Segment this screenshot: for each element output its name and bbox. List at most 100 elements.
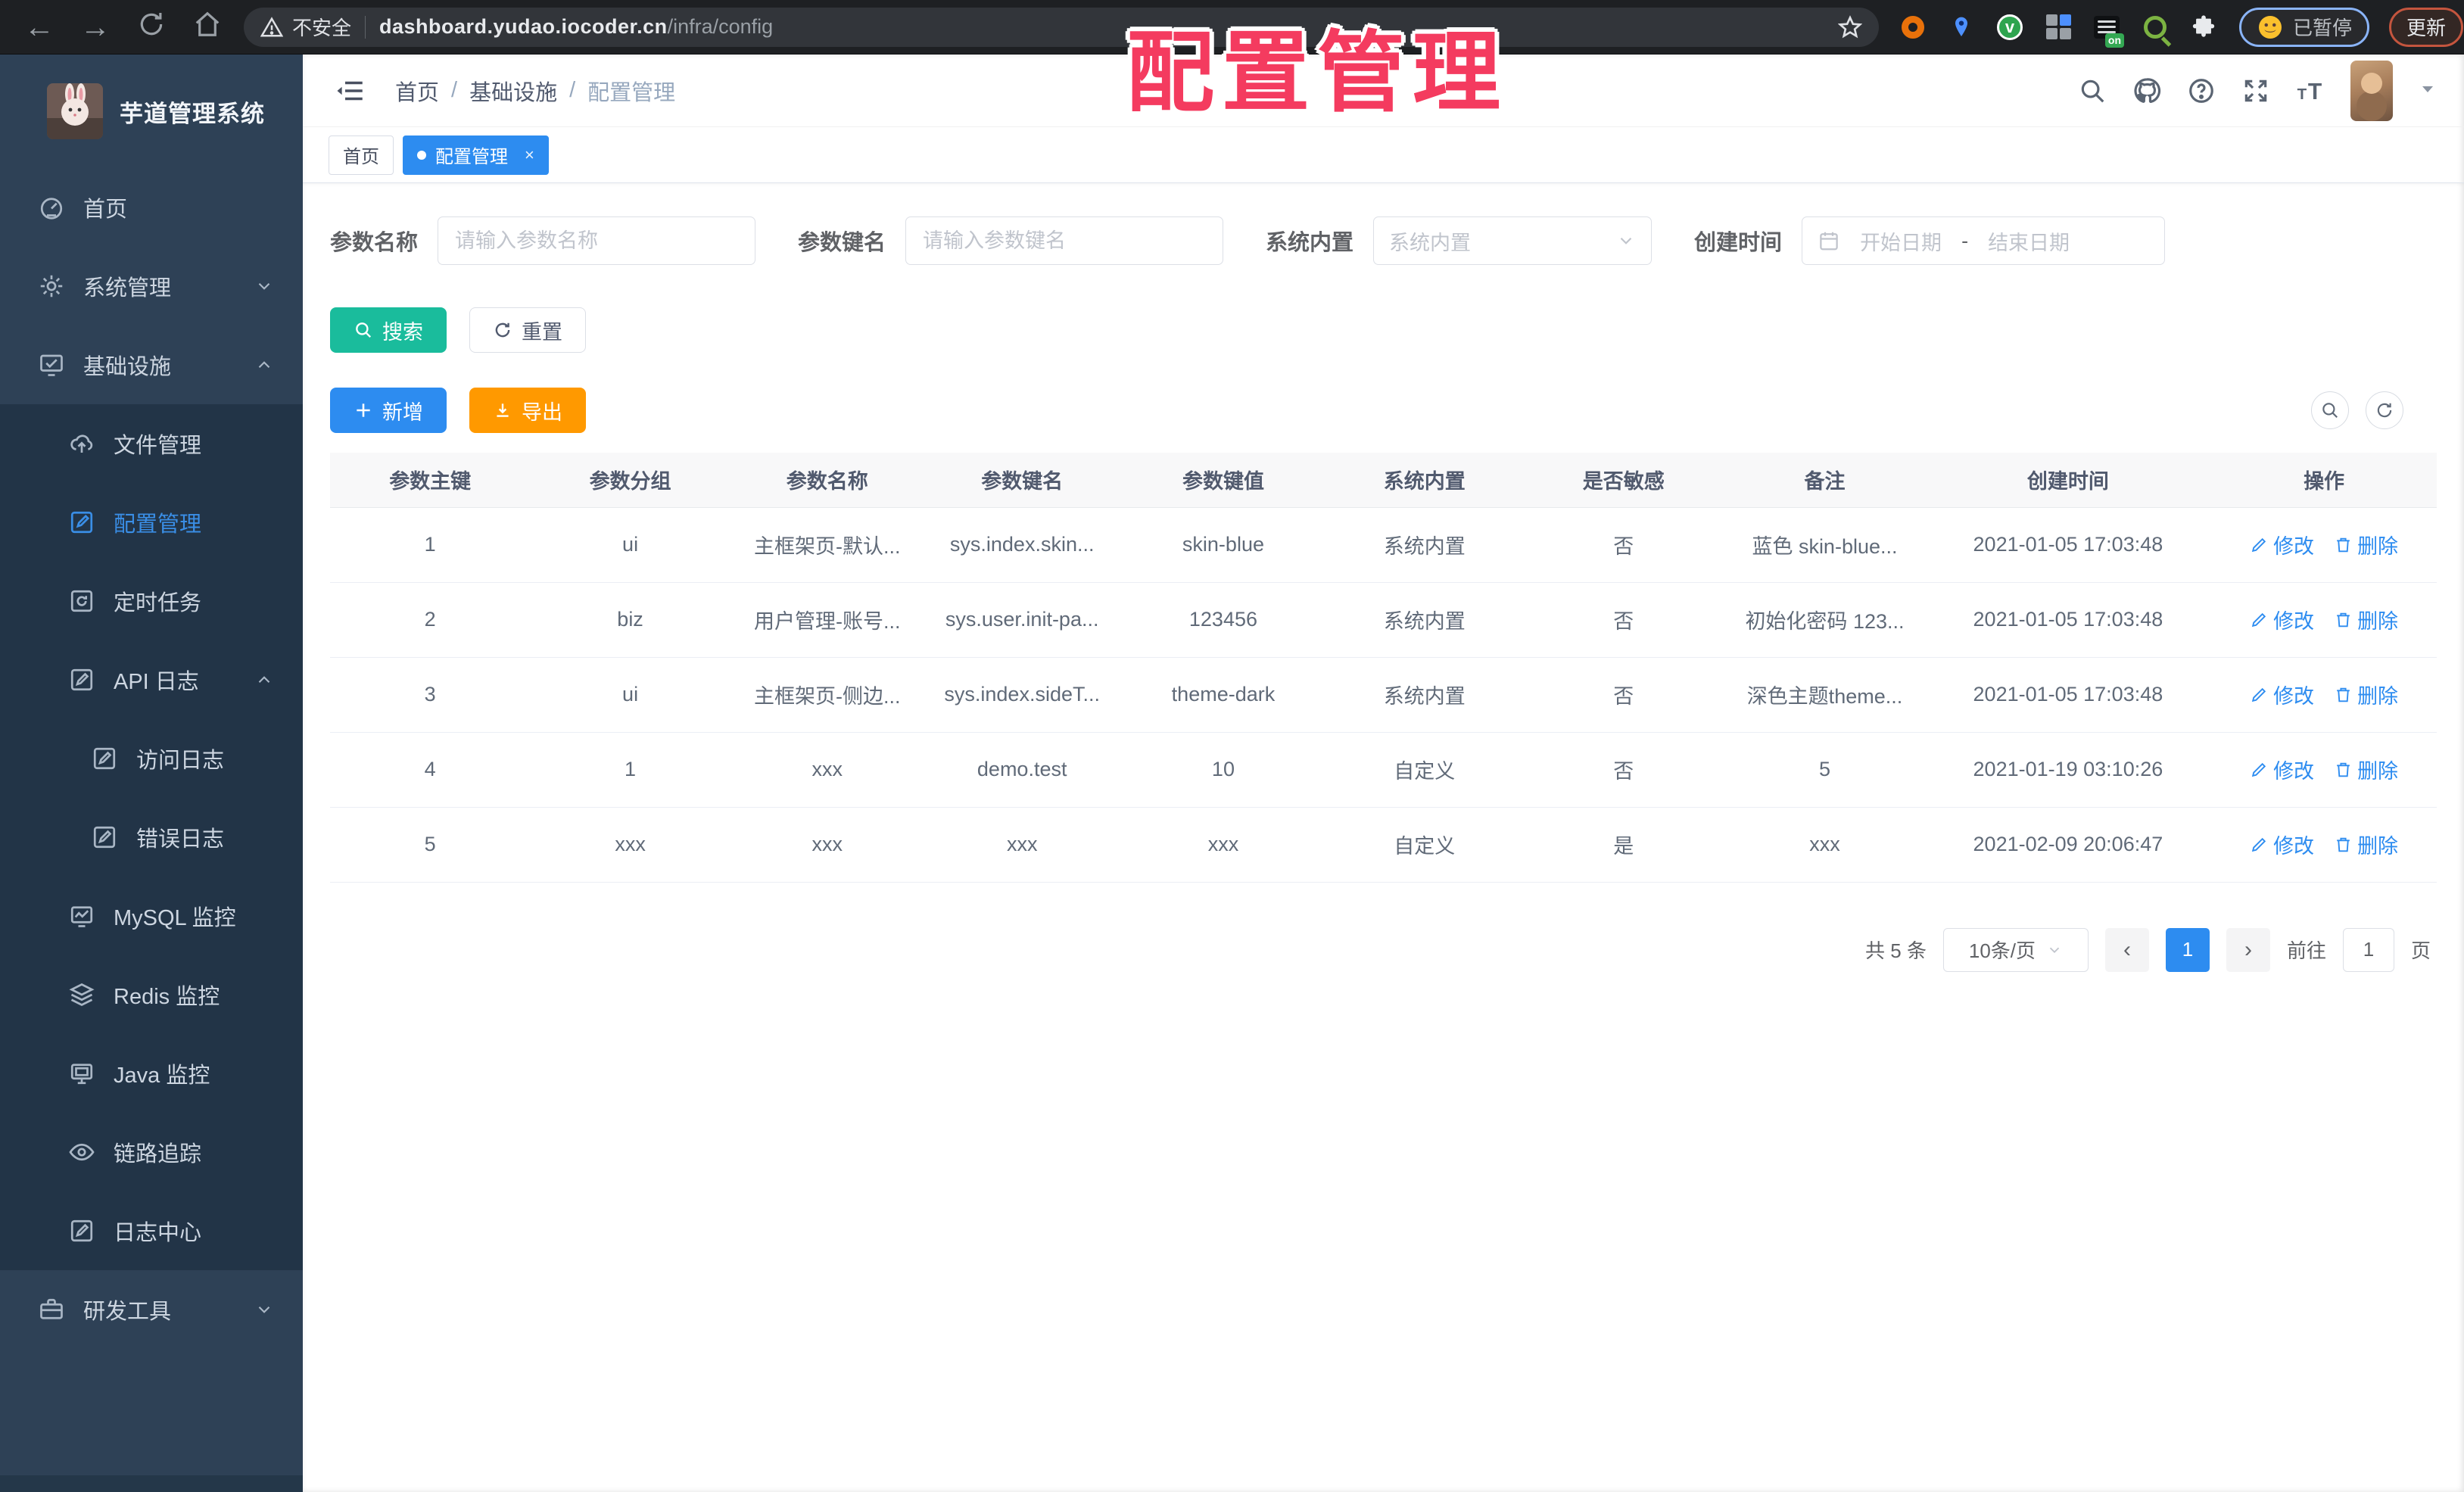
pencil-icon (2251, 687, 2266, 702)
sidebar: 芋道管理系统 首页 系统管理 基础设施 文件管理 配置管理 定时任务 API 日… (0, 55, 303, 1492)
export-button[interactable]: 导出 (469, 388, 586, 433)
delete-link[interactable]: 删除 (2334, 830, 2398, 859)
pagination: 共 5 条 10条/页 ‹ 1 › 前往 页 (330, 927, 2437, 972)
sidebar-logo[interactable]: 芋道管理系统 (0, 55, 303, 168)
filter-date-label: 创建时间 (1694, 231, 1783, 255)
extension-on-badge: on (2104, 33, 2124, 48)
layers-icon (68, 981, 95, 1008)
svg-text:T: T (2297, 86, 2307, 103)
pencil-icon (2251, 612, 2266, 628)
address-divider (365, 15, 366, 39)
breadcrumb-infra[interactable]: 基础设施 (469, 75, 557, 107)
delete-link[interactable]: 删除 (2334, 680, 2398, 709)
search-icon (2322, 403, 2338, 418)
trash-icon (2337, 612, 2350, 628)
next-page-button[interactable]: › (2226, 927, 2270, 972)
sidebar-item-file[interactable]: 文件管理 (0, 404, 303, 483)
url-path: /infra/config (667, 15, 774, 38)
edit-link[interactable]: 修改 (2250, 530, 2314, 559)
browser-update-button[interactable]: 更新 (2389, 7, 2464, 47)
back-icon[interactable]: ← (23, 12, 56, 42)
sidebar-item-error-log[interactable]: 错误日志 (0, 798, 303, 877)
sidebar-collapse-bar[interactable] (0, 1475, 303, 1492)
edit-link[interactable]: 修改 (2250, 830, 2314, 859)
extensions-puzzle-icon[interactable] (2189, 13, 2218, 42)
github-icon[interactable] (2132, 76, 2161, 105)
forward-icon[interactable]: → (79, 12, 112, 42)
sidebar-item-system[interactable]: 系统管理 (0, 247, 303, 325)
calendar-icon (1818, 229, 1840, 252)
toggle-search-button[interactable] (2311, 391, 2349, 429)
extension-grid-icon[interactable] (2044, 13, 2073, 42)
goto-page-input[interactable] (2342, 927, 2394, 972)
filter-key-input[interactable] (905, 216, 1224, 265)
bookmark-star-icon[interactable] (1838, 14, 1862, 39)
address-bar[interactable]: 不安全 dashboard.yudao.iocoder.cn /infra/co… (244, 7, 1879, 47)
search-icon (356, 322, 372, 338)
search-button[interactable]: 搜索 (330, 307, 447, 353)
dashboard-icon (38, 194, 65, 221)
filter-form: 参数名称 参数键名 系统内置 系统内置 创建时间 开始日期 - 结束日期 (330, 216, 2437, 265)
user-avatar[interactable] (2350, 60, 2393, 121)
search-icon[interactable] (2078, 76, 2107, 105)
tab-config[interactable]: 配置管理 × (403, 135, 549, 175)
update-button-label: 更新 (2406, 17, 2447, 39)
extension-list-icon[interactable]: on (2092, 13, 2124, 48)
sidebar-item-api-log[interactable]: API 日志 (0, 640, 303, 719)
avatar-caret-icon[interactable] (2419, 79, 2437, 101)
filter-type-select[interactable]: 系统内置 (1373, 216, 1653, 265)
delete-link[interactable]: 删除 (2334, 755, 2398, 784)
sidebar-item-log-center[interactable]: 日志中心 (0, 1191, 303, 1270)
app-title: 芋道管理系统 (120, 100, 265, 127)
reset-button[interactable]: 重置 (469, 307, 586, 353)
sidebar-item-java[interactable]: Java 监控 (0, 1034, 303, 1113)
prev-page-button[interactable]: ‹ (2104, 927, 2149, 972)
chevron-up-icon (254, 670, 274, 690)
filter-name-input[interactable] (438, 216, 756, 265)
delete-link[interactable]: 删除 (2334, 605, 2398, 634)
tab-home[interactable]: 首页 (329, 135, 394, 175)
add-button[interactable]: 新增 (330, 388, 447, 433)
breadcrumb-home[interactable]: 首页 (395, 75, 439, 107)
font-size-icon[interactable]: TT (2296, 76, 2325, 105)
sidebar-item-devtools[interactable]: 研发工具 (0, 1270, 303, 1349)
browser-profile-chip[interactable]: 已暂停 (2239, 7, 2370, 47)
sidebar-item-config[interactable]: 配置管理 (0, 483, 303, 562)
delete-link[interactable]: 删除 (2334, 530, 2398, 559)
edit-link[interactable]: 修改 (2250, 605, 2314, 634)
pencil-icon (2251, 837, 2266, 852)
sidebar-item-trace[interactable]: 链路追踪 (0, 1113, 303, 1191)
page-1-button[interactable]: 1 (2165, 927, 2210, 972)
extension-pin-icon[interactable] (1947, 13, 1976, 42)
sidebar-item-mysql[interactable]: MySQL 监控 (0, 877, 303, 955)
fullscreen-icon[interactable] (2241, 76, 2270, 105)
filter-date-range[interactable]: 开始日期 - 结束日期 (1802, 216, 2166, 265)
hamburger-fold-icon[interactable] (335, 75, 366, 107)
annotation-overlay-title: 配置管理 (1126, 23, 1508, 122)
reload-icon[interactable] (135, 10, 168, 44)
pencil-icon (2251, 537, 2266, 553)
sidebar-item-home[interactable]: 首页 (0, 168, 303, 247)
extension-donut-icon[interactable] (1899, 13, 1927, 42)
close-tab-icon[interactable]: × (525, 145, 534, 165)
edit-link[interactable]: 修改 (2250, 755, 2314, 784)
home-icon[interactable] (191, 10, 224, 44)
sidebar-item-job[interactable]: 定时任务 (0, 562, 303, 640)
extension-magnifier-icon[interactable] (2141, 13, 2170, 42)
sidebar-item-infra[interactable]: 基础设施 (0, 325, 303, 404)
eye-icon (68, 1138, 95, 1166)
sidebar-item-redis[interactable]: Redis 监控 (0, 955, 303, 1034)
sidebar-item-access-log[interactable]: 访问日志 (0, 719, 303, 798)
page-size-select[interactable]: 10条/页 (1942, 927, 2089, 972)
extension-green-circle-icon[interactable]: v (1995, 13, 2024, 42)
url-host: dashboard.yudao.iocoder.cn (379, 15, 668, 38)
page-unit-label: 页 (2410, 939, 2431, 962)
refresh-table-button[interactable] (2366, 391, 2403, 429)
edit-link[interactable]: 修改 (2250, 680, 2314, 709)
chevron-up-icon (254, 355, 274, 375)
help-icon[interactable] (2187, 76, 2216, 105)
refresh-icon (495, 322, 510, 338)
pencil-icon (2251, 762, 2266, 777)
edit-square-icon (68, 509, 95, 536)
trash-icon (2337, 762, 2350, 777)
